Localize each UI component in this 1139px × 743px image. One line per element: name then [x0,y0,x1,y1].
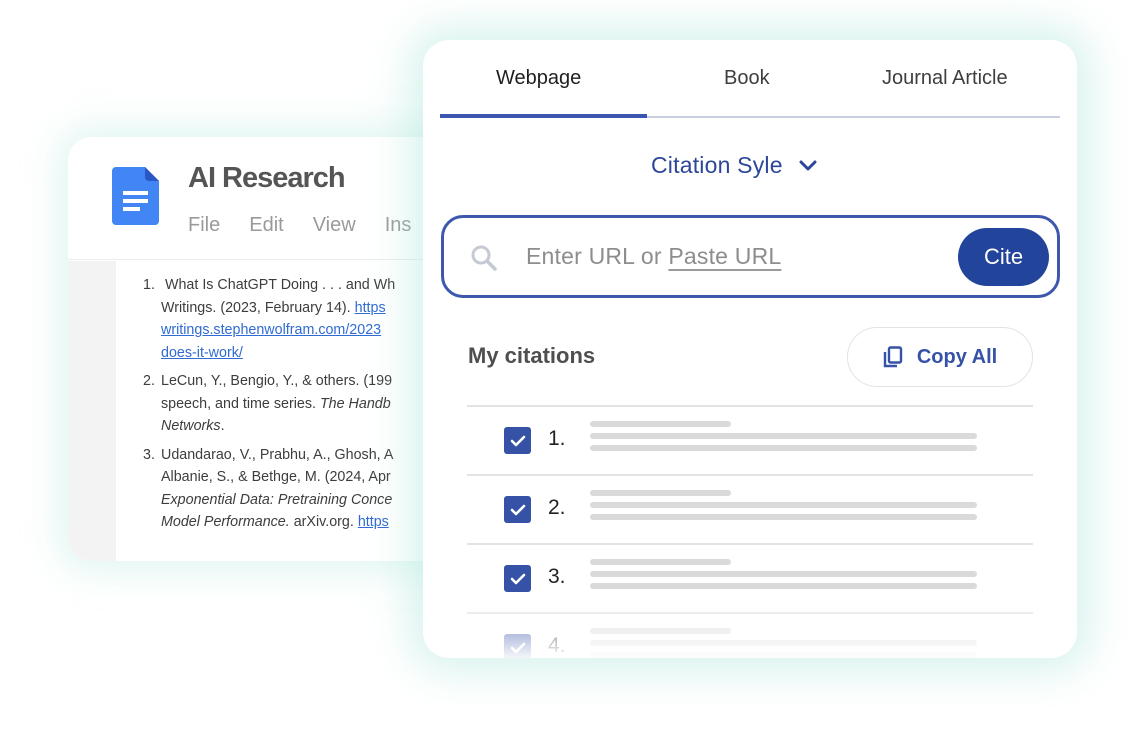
citation-row[interactable]: 4. [467,612,1033,658]
reference-text: . [220,418,225,434]
copy-icon [883,346,903,368]
url-search-box[interactable]: Enter URL or Paste URL Cite [441,215,1060,298]
checkmark-icon [510,642,525,653]
citation-placeholder-line [590,583,977,589]
menu-file[interactable]: File [188,214,220,237]
active-tab-indicator [440,114,647,118]
document-title: AI Research [188,162,346,194]
reference-number: 1. [143,277,155,293]
citation-placeholder-line [590,445,977,451]
checkmark-icon [510,573,525,584]
reference-text: Writings. (2023, February 14). [161,299,355,316]
reference-link[interactable]: https [355,300,386,316]
citation-checkbox[interactable] [504,427,531,454]
reference-number: 2. [143,373,155,389]
citation-number: 3. [548,565,566,588]
citation-checkbox[interactable] [504,634,531,658]
reference-italic: Exponential Data: Pretraining Conce [161,491,393,508]
reference-text: Udandarao, V., Prabhu, A., Ghosh, A [161,446,394,463]
reference-text: Albanie, S., & Bethge, M. (2024, Apr [161,469,391,485]
citation-number: 1. [548,427,566,450]
search-icon [471,245,497,271]
copy-all-label: Copy All [916,345,998,368]
citation-number: 2. [548,496,566,519]
copy-all-button[interactable]: Copy All [847,327,1033,387]
reference-text: speech, and time series. [161,395,320,412]
reference-text: arXiv.org. [289,514,358,530]
reference-link[interactable]: writings.stephenwolfram.com/2023 [161,322,381,338]
checkmark-icon [510,435,525,446]
document-margin [68,261,116,561]
citation-panel: Webpage Book Journal Article Citation Sy… [423,40,1077,658]
citation-placeholder-line [590,421,731,427]
cite-button[interactable]: Cite [958,228,1049,286]
citation-style-dropdown[interactable]: Citation Syle [651,152,817,179]
url-input[interactable]: Enter URL or Paste URL [526,243,781,270]
reference-italic: Model Performance. [161,514,290,530]
checkmark-icon [510,504,525,515]
citation-placeholder-line [590,433,977,439]
citation-placeholder-line [590,640,977,646]
citation-row[interactable]: 2. [467,474,1033,543]
citation-list: 1. 2. 3. 4. [467,405,1033,658]
citation-placeholder-line [590,652,977,658]
my-citations-heading: My citations [468,343,596,368]
citation-row[interactable]: 3. [467,543,1033,612]
source-type-tabs: Webpage Book Journal Article [440,40,1060,118]
menu-edit[interactable]: Edit [249,214,283,237]
citation-placeholder-line [590,628,731,634]
citation-placeholder-line [590,559,731,565]
google-docs-icon [112,167,159,225]
citation-placeholder-line [590,490,731,496]
menu-insert[interactable]: Ins [385,214,412,237]
tab-journal-article[interactable]: Journal Article [882,67,1008,90]
reference-text: LeCun, Y., Bengio, Y., & others. (199 [161,373,393,389]
citation-checkbox[interactable] [504,496,531,523]
citation-row[interactable]: 1. [467,405,1033,474]
url-input-placeholder: Enter URL or [526,243,669,269]
reference-text: What Is ChatGPT Doing . . . and Wh [164,277,396,293]
paste-url-link[interactable]: Paste URL [668,243,781,269]
tab-book[interactable]: Book [724,67,770,90]
reference-number: 3. [143,446,155,463]
citation-number: 4. [548,634,566,657]
reference-link[interactable]: https [358,514,389,530]
chevron-down-icon [799,160,817,170]
citation-checkbox[interactable] [504,565,531,592]
citation-style-label: Citation Syle [651,152,783,178]
citation-placeholder-line [590,514,977,520]
citation-placeholder-line [590,502,977,508]
reference-link[interactable]: does-it-work/ [161,345,243,361]
citation-placeholder-line [590,571,977,577]
document-menu-bar: File Edit View Ins [188,214,440,237]
reference-italic: Networks [161,418,221,434]
tab-webpage[interactable]: Webpage [496,67,581,90]
menu-view[interactable]: View [313,214,356,237]
reference-italic: The Handb [319,395,391,412]
